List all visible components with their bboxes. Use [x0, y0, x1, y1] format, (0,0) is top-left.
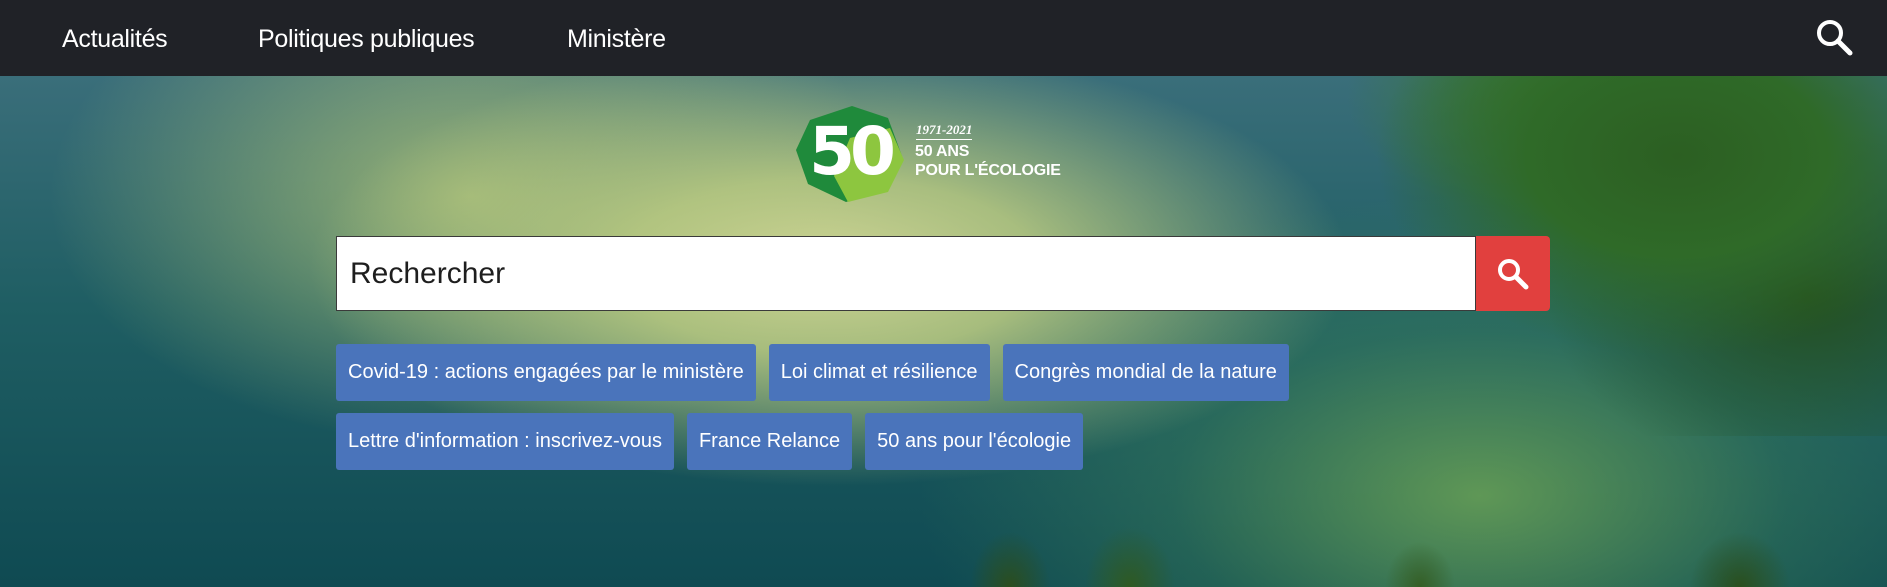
logo-years: 1971-2021 — [916, 122, 973, 140]
search-form — [336, 236, 1550, 311]
search-input[interactable] — [336, 236, 1476, 311]
tree-tops-background — [900, 517, 1887, 587]
nav-item-actualites[interactable]: Actualités — [62, 0, 168, 76]
quick-link-loi-climat[interactable]: Loi climat et résilience — [768, 344, 990, 401]
quick-link-newsletter[interactable]: Lettre d'information : inscrivez-vous — [336, 413, 674, 470]
nav-item-politiques-publiques[interactable]: Politiques publiques — [258, 0, 475, 76]
logo-title-line1: 50 ANS — [915, 143, 970, 160]
anniversary-logo[interactable]: 50 1971-2021 50 ANS POUR L'ÉCOLOGIE — [790, 98, 1080, 208]
hero-banner: 50 1971-2021 50 ANS POUR L'ÉCOLOGIE Covi… — [0, 76, 1887, 587]
quick-link-50-ans[interactable]: 50 ans pour l'écologie — [865, 413, 1084, 470]
quick-link-congres-nature[interactable]: Congrès mondial de la nature — [1002, 344, 1289, 401]
nav-item-ministere[interactable]: Ministère — [567, 0, 666, 76]
quick-links-row: Covid-19 : actions engagées par le minis… — [336, 344, 1556, 401]
quick-link-france-relance[interactable]: France Relance — [686, 413, 853, 470]
search-button[interactable] — [1476, 236, 1550, 311]
search-icon — [1498, 258, 1529, 289]
quick-links: Covid-19 : actions engagées par le minis… — [336, 344, 1556, 482]
top-navigation: Actualités Politiques publiques Ministèr… — [0, 0, 1887, 76]
quick-link-covid[interactable]: Covid-19 : actions engagées par le minis… — [336, 344, 756, 401]
search-icon[interactable] — [1813, 16, 1857, 60]
quick-links-row: Lettre d'information : inscrivez-vous Fr… — [336, 413, 1556, 470]
logo-number: 50 — [809, 113, 896, 190]
logo-title-line2: POUR L'ÉCOLOGIE — [915, 162, 1061, 179]
